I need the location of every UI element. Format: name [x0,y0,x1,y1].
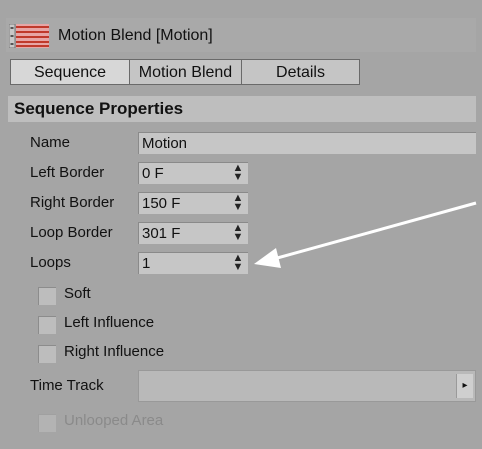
attributes-panel: Motion Blend [Motion] Sequence Motion Bl… [0,0,482,449]
annotation-arrow-icon [254,201,477,268]
